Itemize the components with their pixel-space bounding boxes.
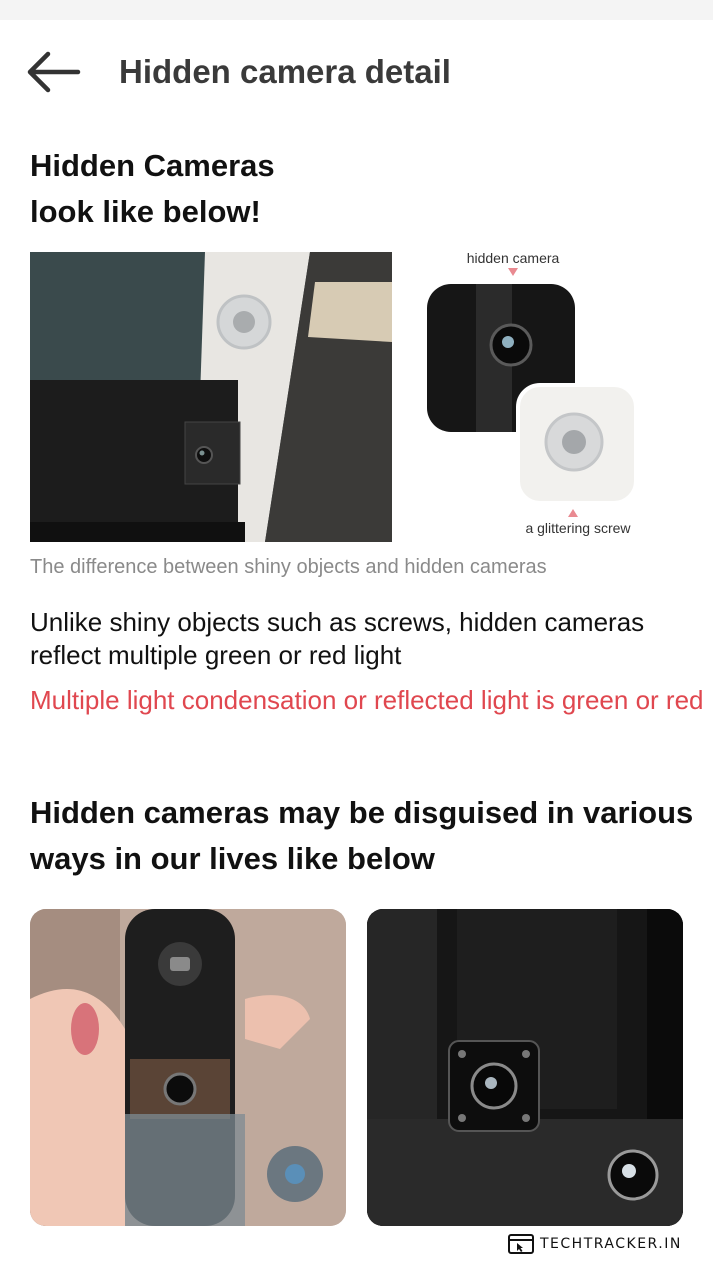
status-bar-strip xyxy=(0,0,713,20)
explanation-text: Unlike shiny objects such as screws, hid… xyxy=(30,607,645,670)
arrow-left-icon xyxy=(27,51,81,93)
browser-cursor-icon xyxy=(508,1234,534,1254)
section-heading-disguise: Hidden cameras may be disguised in vario… xyxy=(30,795,694,876)
disguised-camera-photo-selfie-stick xyxy=(30,909,346,1226)
warning-text: Multiple light condensation or reflected… xyxy=(30,685,704,715)
hidden-camera-photo xyxy=(30,252,392,542)
image-caption: The difference between shiny objects and… xyxy=(30,556,547,578)
page-title: Hidden camera detail xyxy=(119,53,451,90)
heading-line-2: look like below! xyxy=(30,194,261,229)
watermark-text: TECHTRACKER.IN xyxy=(540,1236,682,1252)
comparison-diagram: hidden camera a glittering screw xyxy=(418,245,678,545)
heading-line-1: Hidden Cameras xyxy=(30,148,275,183)
app-bar: Hidden camera detail xyxy=(0,20,713,124)
disguised-camera-photo-cube xyxy=(367,909,683,1226)
diagram-label-screw: a glittering screw xyxy=(525,520,631,536)
site-watermark: TECHTRACKER.IN xyxy=(508,1233,682,1255)
back-button[interactable] xyxy=(22,48,86,96)
section-heading-look: Hidden Cameras look like below! xyxy=(30,143,430,235)
